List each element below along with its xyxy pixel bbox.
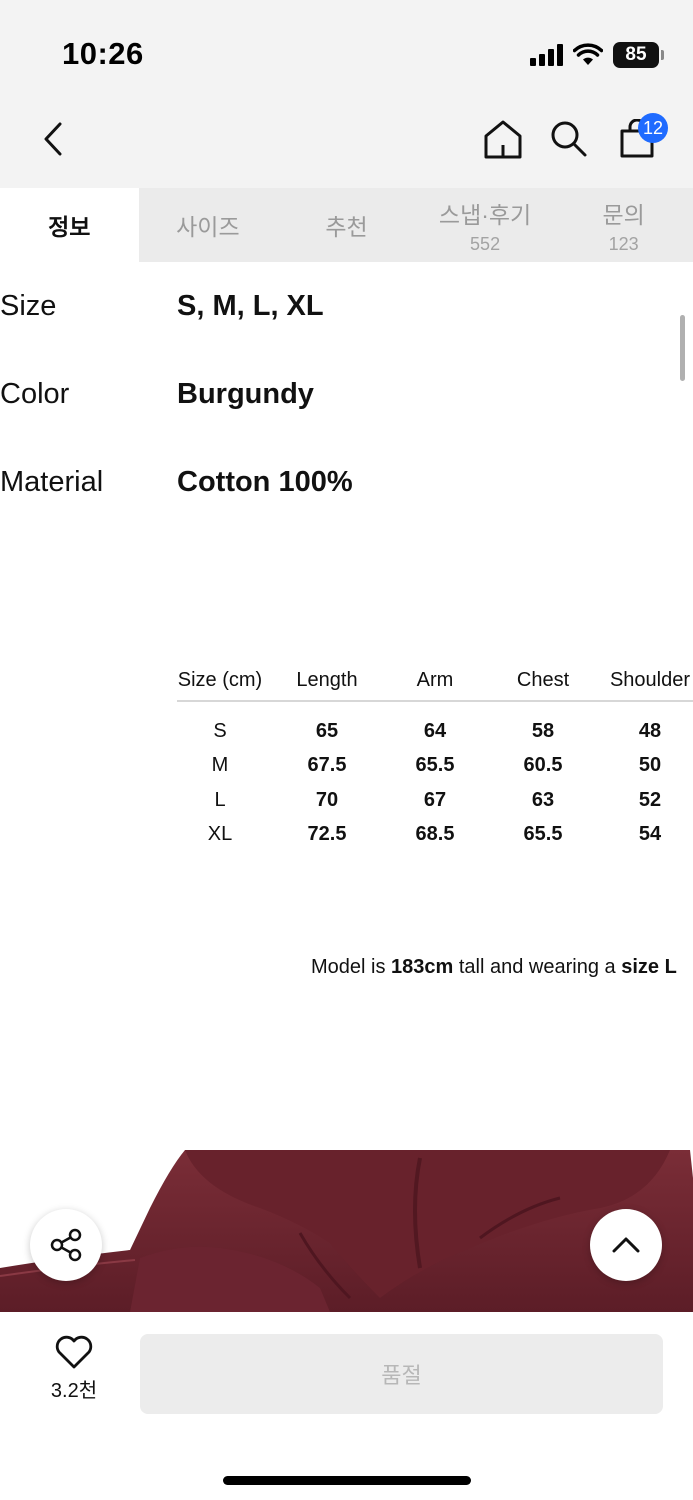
size-table: Size (cm) Length Arm Chest Shoulder S 65… (177, 660, 693, 852)
column-header: Arm (416, 668, 454, 691)
table-cell: XL (207, 823, 233, 846)
column-header: Chest (516, 668, 570, 691)
status-icons: 85 (530, 40, 664, 70)
table-cell: 64 (423, 719, 447, 742)
info-row-size: Size S, M, L, XL (0, 290, 693, 330)
product-tabs: 정보 사이즈 추천 스냅·후기 552 문의 123 (0, 188, 693, 262)
share-button[interactable] (30, 1209, 102, 1281)
info-row-material: Material Cotton 100% (0, 466, 693, 506)
table-cell: 50 (638, 754, 662, 777)
tab-reviews[interactable]: 스냅·후기 552 (416, 188, 555, 262)
signal-icon (530, 44, 563, 66)
tab-label: 정보 (48, 214, 91, 240)
back-button[interactable] (28, 114, 78, 164)
soldout-button[interactable]: 품절 (140, 1334, 663, 1414)
column-header: Size (cm) (177, 668, 263, 691)
table-row: S 65 64 58 48 (177, 714, 693, 749)
table-cell: 65.5 (415, 754, 455, 777)
model-height: 183cm (391, 956, 454, 978)
home-button[interactable] (478, 114, 528, 164)
info-key: Material (0, 466, 104, 498)
like-count: 3.2천 (50, 1380, 98, 1402)
info-key: Color (0, 378, 70, 410)
tab-label: 스냅·후기 (438, 201, 532, 228)
model-note-text: Model is (311, 956, 392, 978)
table-cell: M (211, 754, 229, 777)
tab-count: 552 (470, 233, 501, 254)
wifi-icon (573, 43, 603, 65)
table-cell: 58 (531, 719, 555, 742)
search-button[interactable] (544, 114, 594, 164)
table-cell: 52 (638, 788, 662, 811)
share-icon (50, 1228, 82, 1262)
table-cell: 72.5 (307, 823, 347, 846)
table-row: XL 72.5 68.5 65.5 54 (177, 818, 693, 853)
table-cell: 60.5 (523, 754, 563, 777)
home-icon (484, 120, 522, 159)
product-photo (0, 1148, 693, 1312)
table-cell: 68.5 (415, 823, 455, 846)
table-cell: 65 (315, 719, 339, 742)
size-table-header: Size (cm) Length Arm Chest Shoulder (177, 660, 693, 702)
table-cell: 65.5 (523, 823, 563, 846)
info-value: Burgundy (177, 378, 314, 410)
table-row: L 70 67 63 52 (177, 783, 693, 818)
chevron-up-icon (612, 1237, 640, 1253)
column-header: Length (296, 668, 358, 691)
table-cell: S (213, 719, 227, 742)
battery-icon: 85 (613, 42, 664, 68)
scroll-to-top-button[interactable] (590, 1209, 662, 1281)
tab-count: 123 (608, 233, 639, 254)
table-cell: 63 (531, 788, 555, 811)
tab-recommend[interactable]: 추천 (277, 188, 416, 262)
scrollbar-thumb[interactable] (680, 315, 685, 381)
hoodie-image (0, 1150, 693, 1312)
status-time: 10:26 (62, 36, 144, 71)
table-cell: 54 (638, 823, 662, 846)
bottom-action-bar: 3.2천 품절 (0, 1312, 693, 1500)
tab-label: 사이즈 (176, 214, 240, 240)
search-icon (551, 121, 587, 157)
table-cell: 48 (638, 719, 662, 742)
top-nav: 12 (0, 100, 693, 188)
tab-size[interactable]: 사이즈 (139, 188, 278, 262)
tab-inquiry[interactable]: 문의 123 (554, 188, 693, 262)
table-row: M 67.5 65.5 60.5 50 (177, 749, 693, 784)
model-note: Model is 183cm tall and wearing a size L (311, 956, 677, 979)
like-button[interactable]: 3.2천 (34, 1334, 114, 1414)
tab-label: 문의 (602, 201, 645, 228)
model-note-text: tall and wearing a (453, 956, 622, 978)
cart-button[interactable]: 12 (612, 113, 669, 164)
table-cell: 67.5 (307, 754, 347, 777)
cart-count-badge: 12 (638, 113, 669, 143)
info-value: S, M, L, XL (177, 290, 324, 322)
info-value: Cotton 100% (177, 466, 353, 498)
tab-info[interactable]: 정보 (0, 188, 139, 262)
home-indicator[interactable] (223, 1476, 471, 1485)
table-cell: 67 (423, 788, 447, 811)
chevron-left-icon (44, 122, 62, 156)
table-cell: L (214, 788, 226, 811)
info-row-color: Color Burgundy (0, 378, 693, 418)
table-cell: 70 (315, 788, 339, 811)
status-bar: 10:26 85 (0, 0, 693, 100)
info-key: Size (0, 290, 57, 322)
heart-icon (55, 1335, 93, 1369)
column-header: Shoulder (609, 668, 691, 691)
model-size: size L (621, 956, 677, 978)
tab-label: 추천 (325, 214, 368, 240)
